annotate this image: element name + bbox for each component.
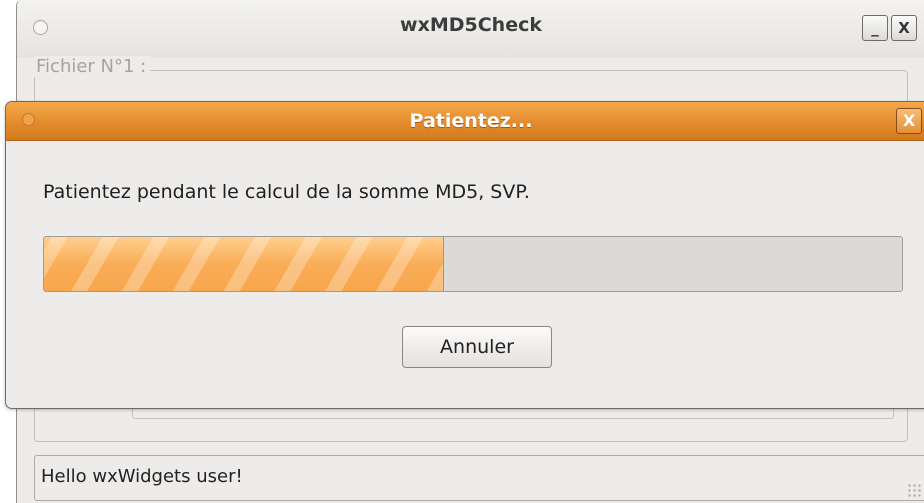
progress-bar-fill (44, 237, 444, 291)
status-text: Hello wxWidgets user! (41, 466, 243, 487)
main-close-button[interactable]: X (891, 15, 917, 41)
dialog-close-button[interactable]: X (896, 108, 922, 134)
progress-bar (43, 236, 903, 292)
close-icon: X (902, 111, 916, 130)
minimize-icon: _ (871, 19, 879, 37)
close-icon: X (898, 19, 910, 37)
minimize-button[interactable]: _ (862, 15, 888, 41)
progress-dialog: Patientez... X Patientez pendant le calc… (5, 101, 924, 409)
dialog-title: Patientez... (409, 110, 533, 132)
status-bar: Hello wxWidgets user! (34, 455, 924, 501)
cancel-button[interactable]: Annuler (402, 326, 552, 368)
main-window-title: wxMD5Check (400, 14, 542, 36)
resize-grip-icon[interactable] (907, 483, 921, 497)
main-titlebar[interactable]: wxMD5Check _ X (17, 0, 924, 58)
dialog-titlebar[interactable]: Patientez... X (6, 102, 924, 141)
file-group-label: Fichier N°1 : (34, 56, 151, 77)
dialog-message: Patientez pendant le calcul de la somme … (43, 181, 530, 203)
